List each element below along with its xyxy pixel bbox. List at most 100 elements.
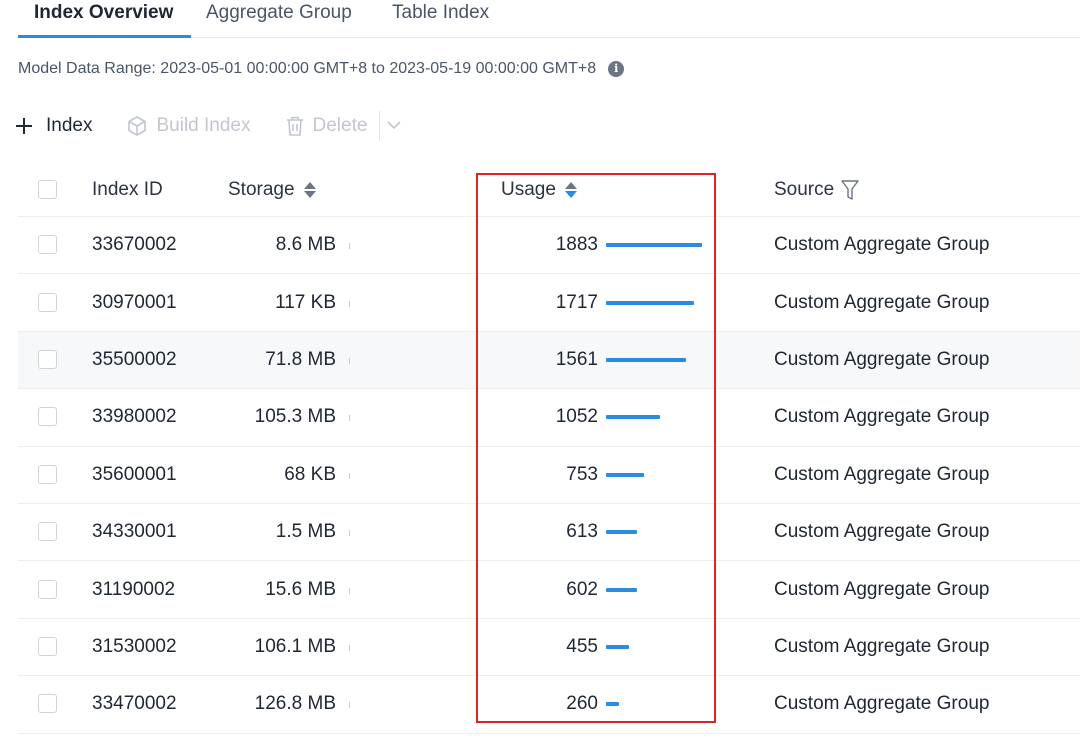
storage-bar: [349, 702, 350, 709]
storage-bar: [349, 530, 350, 537]
header-index-id[interactable]: Index ID: [92, 163, 163, 216]
usage-bar: [606, 300, 694, 305]
source-cell: Custom Aggregate Group: [774, 348, 990, 370]
index-id-cell: 30970001: [92, 291, 177, 313]
row-checkbox[interactable]: [38, 407, 57, 427]
select-all-checkbox[interactable]: [38, 179, 57, 199]
index-id-cell: 35600001: [92, 463, 177, 485]
plus-icon: [14, 116, 34, 136]
table-row[interactable]: 34330001 1.5 MB 613 Custom Aggregate Group: [18, 504, 1080, 562]
toolbar: Index Build Index Delete: [14, 110, 402, 142]
index-table: Index ID Storage Usage Source 33670002 8.…: [18, 163, 1080, 734]
usage-cell: 602: [566, 578, 598, 600]
table-row[interactable]: 35500002 71.8 MB 1561 Custom Aggregate Grou…: [18, 331, 1080, 390]
usage-cell: 613: [566, 521, 598, 543]
chevron-down-icon[interactable]: [386, 117, 402, 136]
storage-bar: [349, 357, 350, 364]
header-storage-label: Storage: [228, 178, 295, 200]
table-row[interactable]: 35600001 68 KB 753 Custom Aggregate Group: [18, 447, 1080, 504]
header-storage[interactable]: Storage: [228, 163, 316, 216]
row-checkbox[interactable]: [38, 636, 57, 656]
build-index-button[interactable]: Build Index: [126, 115, 251, 137]
storage-cell: 105.3 MB: [254, 406, 336, 428]
index-id-cell: 33670002: [92, 234, 177, 256]
tab-aggregate-group[interactable]: Aggregate Group: [206, 2, 352, 24]
header-source-label: Source: [774, 178, 835, 200]
row-checkbox[interactable]: [38, 292, 57, 312]
storage-bar: [349, 243, 350, 250]
index-id-cell: 31530002: [92, 635, 177, 657]
usage-bar: [606, 357, 686, 362]
cube-icon: [126, 115, 148, 137]
toolbar-divider: [379, 111, 381, 141]
storage-cell: 8.6 MB: [275, 234, 336, 256]
trash-icon: [285, 115, 305, 137]
sort-icon[interactable]: [564, 181, 577, 198]
build-index-label: Build Index: [156, 115, 251, 136]
tab-bar: Index Overview Aggregate Group Table Ind…: [18, 0, 1080, 38]
index-id-cell: 31190002: [92, 578, 176, 600]
header-usage[interactable]: Usage: [501, 163, 577, 216]
row-checkbox[interactable]: [38, 694, 57, 714]
usage-cell: 1052: [555, 406, 598, 428]
storage-bar: [349, 300, 350, 307]
usage-cell: 753: [566, 463, 598, 485]
storage-cell: 71.8 MB: [265, 348, 336, 370]
table-row[interactable]: 31190002 15.6 MB 602 Custom Aggregate Group: [18, 561, 1080, 619]
storage-cell: 15.6 MB: [265, 578, 336, 600]
sort-icon[interactable]: [303, 181, 316, 198]
source-cell: Custom Aggregate Group: [774, 406, 990, 428]
storage-cell: 68 KB: [284, 463, 336, 485]
storage-bar: [349, 644, 350, 651]
row-checkbox[interactable]: [38, 579, 57, 599]
index-id-cell: 33470002: [92, 693, 177, 715]
index-id-cell: 35500002: [92, 348, 177, 370]
filter-icon[interactable]: [840, 179, 860, 201]
usage-bar: [606, 530, 637, 535]
row-checkbox[interactable]: [38, 349, 57, 369]
usage-bar: [606, 702, 619, 707]
index-id-cell: 33980002: [92, 406, 177, 428]
storage-bar: [349, 587, 350, 594]
storage-cell: 126.8 MB: [254, 693, 336, 715]
source-cell: Custom Aggregate Group: [774, 693, 990, 715]
table-row[interactable]: 33670002 8.6 MB 1883 Custom Aggregate Group: [18, 217, 1080, 275]
usage-bar: [606, 243, 702, 248]
info-icon[interactable]: i: [608, 61, 625, 77]
header-usage-label: Usage: [501, 178, 556, 200]
active-tab-indicator: [18, 35, 191, 38]
row-checkbox[interactable]: [38, 235, 57, 255]
usage-bar: [606, 644, 629, 649]
source-cell: Custom Aggregate Group: [774, 635, 990, 657]
add-index-button[interactable]: Index: [14, 115, 92, 137]
usage-bar: [606, 587, 637, 592]
table-row[interactable]: 30970001 117 KB 1717 Custom Aggregate Group: [18, 274, 1080, 332]
row-checkbox[interactable]: [38, 522, 57, 542]
index-id-cell: 34330001: [92, 521, 177, 543]
add-index-label: Index: [46, 115, 93, 136]
source-cell: Custom Aggregate Group: [774, 578, 990, 600]
delete-button[interactable]: Delete: [285, 115, 368, 137]
table-row[interactable]: 33980002 105.3 MB 1052 Custom Aggregate Gro…: [18, 389, 1080, 447]
usage-cell: 1561: [555, 348, 598, 370]
storage-cell: 1.5 MB: [275, 521, 336, 543]
usage-cell: 1883: [555, 234, 598, 256]
usage-bar: [606, 415, 660, 420]
usage-bar: [606, 472, 644, 477]
table-body: 33670002 8.6 MB 1883 Custom Aggregate Group…: [18, 217, 1080, 734]
row-checkbox[interactable]: [38, 464, 57, 484]
source-cell: Custom Aggregate Group: [774, 463, 990, 485]
storage-bar: [349, 472, 350, 479]
model-data-range: Model Data Range: 2023-05-01 00:00:00 GM…: [18, 60, 625, 78]
source-cell: Custom Aggregate Group: [774, 521, 990, 543]
table-row[interactable]: 33470002 126.8 MB 260 Custom Aggregate Grou…: [18, 676, 1080, 734]
source-cell: Custom Aggregate Group: [774, 234, 990, 256]
table-row[interactable]: 31530002 106.1 MB 455 Custom Aggregate Grou…: [18, 619, 1080, 677]
storage-cell: 106.1 MB: [254, 635, 336, 657]
header-source[interactable]: Source: [774, 163, 860, 216]
table-header-row: Index ID Storage Usage Source: [18, 163, 1080, 217]
tab-table-index[interactable]: Table Index: [392, 2, 489, 24]
delete-label: Delete: [312, 115, 368, 136]
source-cell: Custom Aggregate Group: [774, 291, 990, 313]
tab-index-overview[interactable]: Index Overview: [34, 2, 173, 24]
